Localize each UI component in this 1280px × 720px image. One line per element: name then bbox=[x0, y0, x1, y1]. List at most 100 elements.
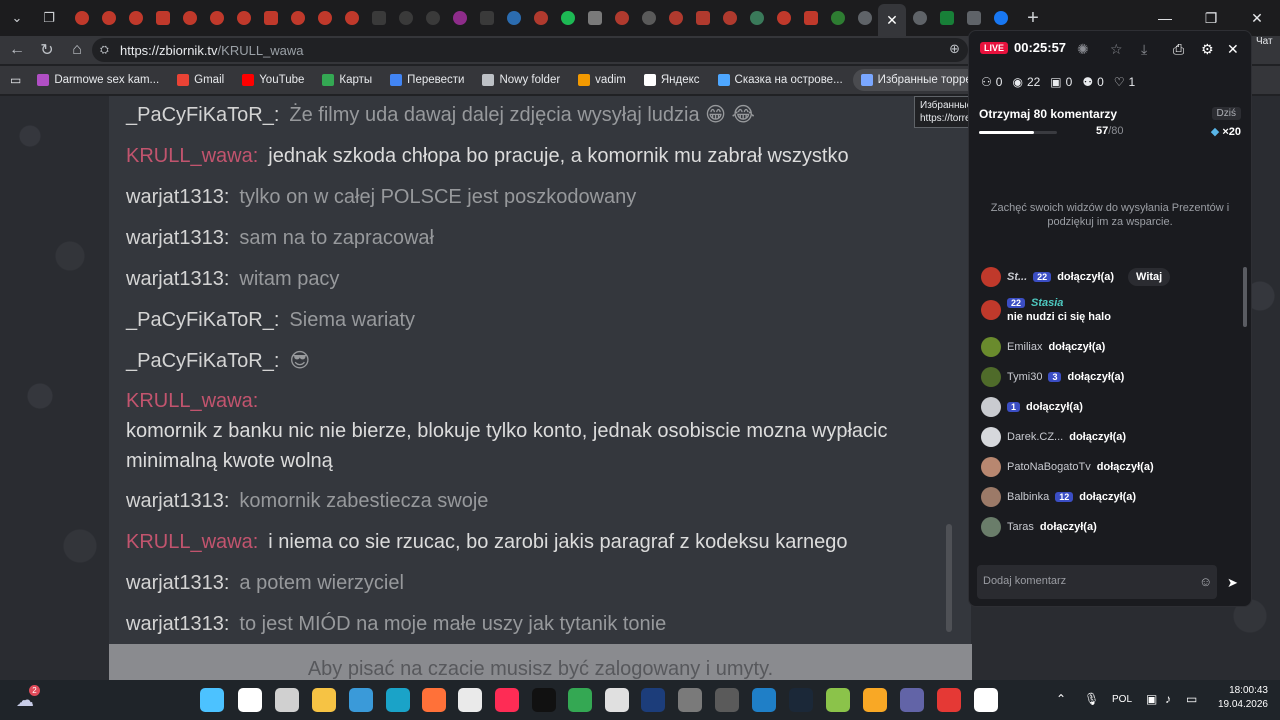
send-icon[interactable]: ➤ bbox=[1227, 575, 1238, 591]
avatar[interactable] bbox=[981, 397, 1001, 417]
avatar[interactable] bbox=[981, 487, 1001, 507]
bookmark-item[interactable]: Перевести bbox=[382, 69, 472, 91]
tab-4[interactable] bbox=[149, 0, 176, 36]
new-tab-button[interactable]: + bbox=[1020, 5, 1046, 31]
bookmark-item[interactable]: vadim bbox=[570, 69, 634, 91]
tab-extra-2[interactable] bbox=[933, 0, 960, 36]
address-bar[interactable]: ⛭ https://zbiornik.tv/KRULL_wawa ⊕ bbox=[92, 38, 968, 62]
bookmark-item[interactable]: Nowy folder bbox=[474, 69, 568, 91]
feed-username[interactable]: St... bbox=[1007, 271, 1027, 283]
zoom-icon[interactable]: ⊕ bbox=[949, 41, 960, 57]
chrome-icon[interactable] bbox=[568, 688, 592, 712]
tray-chevron-icon[interactable]: ⌃ bbox=[1056, 692, 1066, 706]
avatar[interactable] bbox=[981, 367, 1001, 387]
gear-icon[interactable]: ⚙ bbox=[1201, 41, 1214, 58]
clock[interactable]: 18:00:43 19.04.2026 bbox=[1218, 684, 1268, 712]
tab-7[interactable] bbox=[230, 0, 257, 36]
tiktok-icon[interactable] bbox=[495, 688, 519, 712]
avatar[interactable] bbox=[981, 517, 1001, 537]
search-icon[interactable] bbox=[238, 688, 262, 712]
app-icon[interactable] bbox=[715, 688, 739, 712]
tab-24[interactable] bbox=[689, 0, 716, 36]
chat-scrollbar[interactable] bbox=[946, 524, 952, 632]
tab-15[interactable] bbox=[446, 0, 473, 36]
chat-username[interactable]: warjat1313: bbox=[126, 490, 229, 512]
tab-6[interactable] bbox=[203, 0, 230, 36]
app-icon[interactable] bbox=[458, 688, 482, 712]
teams-icon[interactable] bbox=[900, 688, 924, 712]
app-icon[interactable] bbox=[605, 688, 629, 712]
start-icon[interactable] bbox=[200, 688, 224, 712]
close-icon[interactable]: ✕ bbox=[1227, 41, 1239, 58]
feed-scrollbar[interactable] bbox=[1243, 267, 1247, 327]
photos-icon[interactable] bbox=[349, 688, 373, 712]
tab-19[interactable] bbox=[554, 0, 581, 36]
volume-icon[interactable]: ♪ bbox=[1165, 692, 1171, 706]
side-chat-label[interactable]: Чат bbox=[1256, 36, 1273, 47]
app-icon[interactable] bbox=[826, 688, 850, 712]
settings-spin-icon[interactable]: ✺ bbox=[1077, 41, 1089, 58]
edge-icon[interactable] bbox=[386, 688, 410, 712]
file-explorer-icon[interactable] bbox=[312, 688, 336, 712]
chat-username[interactable]: warjat1313: bbox=[126, 268, 229, 290]
tab-active[interactable]: ✕ bbox=[878, 4, 906, 36]
download-icon[interactable]: ⤓ bbox=[1141, 41, 1147, 58]
tab-20[interactable] bbox=[581, 0, 608, 36]
feed-username[interactable]: Stasia bbox=[1031, 297, 1063, 309]
task-view-icon[interactable] bbox=[275, 688, 299, 712]
network-icon[interactable]: ▣ bbox=[1146, 692, 1157, 706]
chat-username[interactable]: KRULL_wawa: bbox=[126, 145, 258, 167]
reload-button[interactable]: ↻ bbox=[32, 36, 62, 64]
tab-10[interactable] bbox=[311, 0, 338, 36]
tab-25[interactable] bbox=[716, 0, 743, 36]
chat-username[interactable]: warjat1313: bbox=[126, 186, 229, 208]
lock-icon[interactable]: ⎙ bbox=[1173, 41, 1184, 58]
chat-username[interactable]: warjat1313: bbox=[126, 227, 229, 249]
bookmark-item[interactable]: Карты bbox=[314, 69, 380, 91]
battery-icon[interactable]: ▭ bbox=[1186, 692, 1197, 706]
tab-2[interactable] bbox=[95, 0, 122, 36]
tab-13[interactable] bbox=[392, 0, 419, 36]
feed-username[interactable]: Taras bbox=[1007, 521, 1034, 533]
tab-30[interactable] bbox=[851, 0, 878, 36]
workspaces-button[interactable]: ❐ bbox=[36, 5, 62, 31]
tab-21[interactable] bbox=[608, 0, 635, 36]
tab-16[interactable] bbox=[473, 0, 500, 36]
tab-extra-1[interactable] bbox=[906, 0, 933, 36]
avatar[interactable] bbox=[981, 300, 1001, 320]
tab-5[interactable] bbox=[176, 0, 203, 36]
chat-username[interactable]: warjat1313: bbox=[126, 613, 229, 635]
emoji-icon[interactable]: ☺ bbox=[1199, 574, 1212, 589]
feed-username[interactable]: Darek.CZ... bbox=[1007, 431, 1063, 443]
chat-username[interactable]: KRULL_wawa: bbox=[126, 390, 258, 412]
bookmark-item[interactable]: Gmail bbox=[169, 69, 232, 91]
tab-9[interactable] bbox=[284, 0, 311, 36]
avatar[interactable] bbox=[981, 457, 1001, 477]
tab-list-button[interactable]: ⌄ bbox=[4, 5, 30, 31]
tab-11[interactable] bbox=[338, 0, 365, 36]
feed-username[interactable]: PatoNaBogatoTv bbox=[1007, 461, 1091, 473]
tab-8[interactable] bbox=[257, 0, 284, 36]
feed-username[interactable]: Balbinka bbox=[1007, 491, 1049, 503]
tab-close-icon[interactable]: ✕ bbox=[886, 12, 898, 29]
tab-29[interactable] bbox=[824, 0, 851, 36]
r-app-icon[interactable] bbox=[532, 688, 556, 712]
app-icon[interactable] bbox=[678, 688, 702, 712]
tab-27[interactable] bbox=[770, 0, 797, 36]
bookmark-item[interactable]: Яндекс bbox=[636, 69, 708, 91]
steam-icon[interactable] bbox=[789, 688, 813, 712]
avatar[interactable] bbox=[981, 267, 1001, 287]
tab-14[interactable] bbox=[419, 0, 446, 36]
avatar[interactable] bbox=[981, 337, 1001, 357]
chat-username[interactable]: _PaCyFiKaToR_: bbox=[126, 350, 279, 372]
firefox-icon[interactable] bbox=[422, 688, 446, 712]
bookmark-item[interactable]: Darmowe sex kam... bbox=[29, 69, 167, 91]
home-button[interactable]: ⌂ bbox=[62, 36, 92, 64]
star-app-icon[interactable] bbox=[641, 688, 665, 712]
reading-list-icon[interactable]: ▭ bbox=[10, 73, 21, 87]
login-notice[interactable]: Aby pisać na czacie musisz być zalogowan… bbox=[109, 644, 972, 680]
tab-22[interactable] bbox=[635, 0, 662, 36]
tab-12[interactable] bbox=[365, 0, 392, 36]
feed-username[interactable]: Emiliax bbox=[1007, 341, 1042, 353]
tab-23[interactable] bbox=[662, 0, 689, 36]
